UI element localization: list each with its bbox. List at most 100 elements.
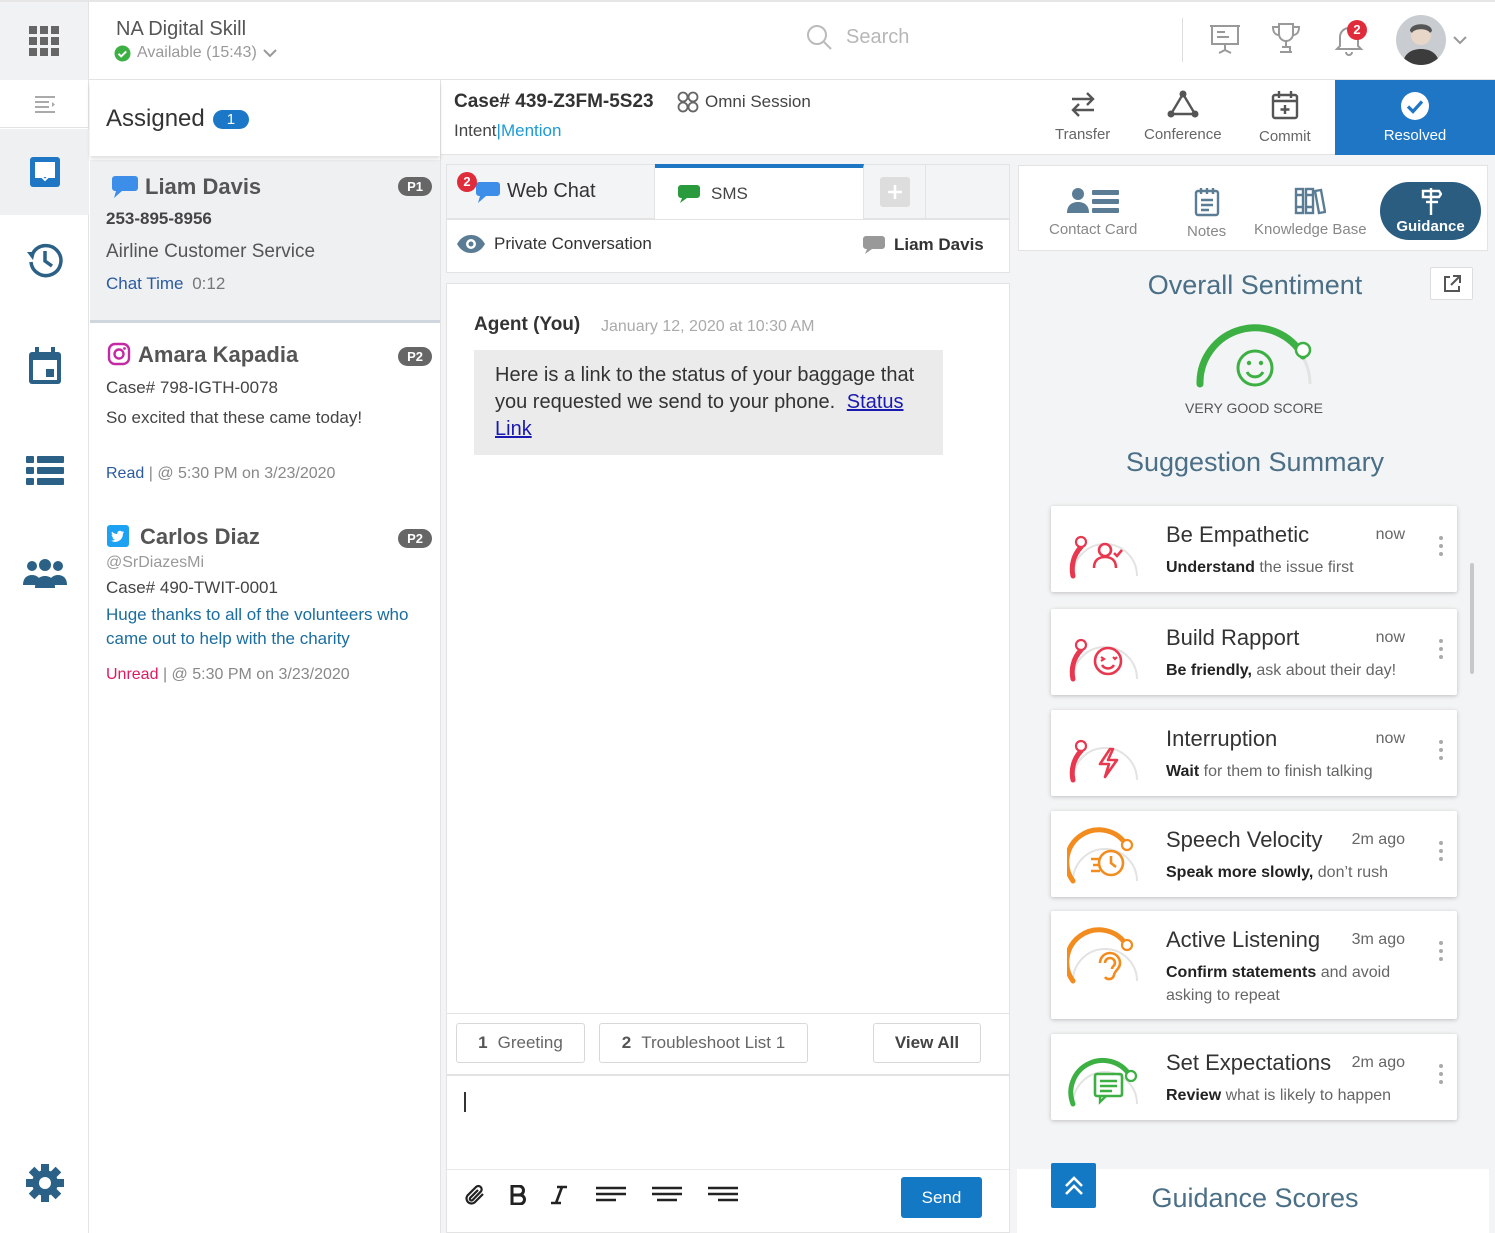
attachment-icon[interactable] bbox=[463, 1183, 487, 1207]
popout-button[interactable] bbox=[1430, 267, 1473, 300]
team-icon bbox=[22, 559, 67, 588]
rail-calendar-button[interactable] bbox=[0, 323, 89, 409]
suggestion-card[interactable]: Be Empathetic Understand the issue first… bbox=[1051, 506, 1457, 592]
left-rail bbox=[0, 80, 89, 1233]
more-options-icon[interactable] bbox=[1439, 1064, 1443, 1088]
bold-icon[interactable] bbox=[510, 1185, 526, 1205]
person-check-icon bbox=[1069, 535, 1138, 579]
signpost-icon bbox=[1421, 188, 1442, 215]
message-timestamp: January 12, 2020 at 10:30 AM bbox=[601, 318, 815, 335]
double-chevron-up-icon bbox=[1064, 1175, 1083, 1195]
resolved-button[interactable]: Resolved bbox=[1335, 80, 1495, 155]
private-conversation-toggle[interactable]: Private Conversation bbox=[456, 234, 652, 254]
presentation-icon bbox=[1210, 25, 1240, 54]
omni-session-icon bbox=[677, 91, 699, 113]
more-options-icon[interactable] bbox=[1439, 941, 1443, 965]
view-all-button[interactable]: View All bbox=[873, 1023, 981, 1063]
tab-sms[interactable]: SMS bbox=[655, 164, 864, 219]
calendar-plus-icon bbox=[1271, 91, 1299, 120]
tab-contact-card[interactable]: Contact Card bbox=[1049, 187, 1137, 238]
tab-knowledge-base-label: Knowledge Base bbox=[1254, 221, 1367, 238]
check-circle-icon bbox=[1401, 92, 1429, 120]
suggestion-card[interactable]: Speech Velocity Speak more slowly, don’t… bbox=[1051, 811, 1457, 897]
tab-guidance-label: Guidance bbox=[1396, 218, 1465, 235]
conversation-card-amara[interactable]: Amara Kapadia P2 Case# 798-IGTH-0078 So … bbox=[90, 326, 440, 506]
suggestion-time: now bbox=[1375, 526, 1405, 543]
more-options-icon[interactable] bbox=[1439, 841, 1443, 865]
scrollbar-thumb[interactable] bbox=[1470, 563, 1474, 674]
conference-button[interactable]: Conference bbox=[1144, 90, 1222, 143]
notification-count-badge: 2 bbox=[1347, 20, 1367, 40]
conversation-card-carlos[interactable]: Carlos Diaz P2 @SrDiazesMi Case# 490-TWI… bbox=[90, 508, 440, 698]
history-icon bbox=[26, 243, 63, 278]
more-options-icon[interactable] bbox=[1439, 740, 1443, 764]
avatar[interactable] bbox=[1396, 15, 1446, 65]
suggestion-card[interactable]: Build Rapport Be friendly, ask about the… bbox=[1051, 609, 1457, 695]
rail-list-button[interactable] bbox=[0, 428, 89, 514]
agent-status-dropdown[interactable]: Available (15:43) bbox=[114, 44, 277, 62]
resolved-label: Resolved bbox=[1383, 127, 1447, 144]
menu-collapse-icon bbox=[34, 95, 55, 113]
more-options-icon[interactable] bbox=[1439, 536, 1443, 560]
italic-icon[interactable] bbox=[550, 1185, 568, 1205]
rail-inbox-button[interactable] bbox=[0, 129, 89, 215]
tab-guidance[interactable]: Guidance bbox=[1380, 182, 1481, 240]
send-button[interactable]: Send bbox=[901, 1177, 982, 1218]
profile-chevron-icon[interactable] bbox=[1453, 35, 1467, 45]
suggestion-card[interactable]: Set Expectations Review what is likely t… bbox=[1051, 1034, 1457, 1120]
add-channel-button[interactable] bbox=[864, 165, 926, 218]
plus-icon bbox=[879, 176, 910, 207]
tab-notes[interactable]: Notes bbox=[1187, 187, 1226, 240]
align-left-icon[interactable] bbox=[596, 1186, 626, 1202]
app-launcher-button[interactable] bbox=[0, 2, 89, 80]
message-preview: Huge thanks to all of the volunteers who… bbox=[106, 605, 409, 648]
suggestion-detail: the issue first bbox=[1254, 559, 1354, 576]
tab-knowledge-base[interactable]: Knowledge Base bbox=[1254, 187, 1367, 238]
suggestion-time: 2m ago bbox=[1351, 831, 1405, 848]
suggestion-subtitle: Wait for them to finish talking bbox=[1166, 760, 1416, 783]
ear-icon bbox=[1067, 927, 1138, 984]
more-options-icon[interactable] bbox=[1439, 639, 1443, 663]
scroll-top-button[interactable] bbox=[1051, 1163, 1096, 1208]
message-time: @ 5:30 PM on 3/23/2020 bbox=[157, 465, 336, 482]
suggestion-time: 2m ago bbox=[1351, 1054, 1405, 1071]
transfer-button[interactable]: Transfer bbox=[1055, 90, 1110, 143]
notifications-button[interactable]: 2 bbox=[1334, 20, 1367, 56]
suggestion-card[interactable]: Interruption Wait for them to finish tal… bbox=[1051, 710, 1457, 796]
trophy-icon bbox=[1271, 23, 1301, 53]
suggestion-time: now bbox=[1375, 730, 1405, 747]
presentation-button[interactable] bbox=[1210, 22, 1240, 54]
commit-button[interactable]: Commit bbox=[1259, 90, 1311, 145]
suggestion-title: Build Rapport bbox=[1166, 625, 1300, 650]
suggestion-subtitle: Be friendly, ask about their day! bbox=[1166, 659, 1416, 682]
quick-reply-greeting[interactable]: 1 Greeting bbox=[456, 1023, 585, 1063]
rail-history-button[interactable] bbox=[0, 217, 89, 303]
search-box[interactable]: Search bbox=[806, 24, 909, 50]
sentiment-gauge bbox=[1196, 324, 1312, 388]
conversation-card-liam[interactable]: Liam Davis P1 253-895-8956 Airline Custo… bbox=[90, 160, 440, 323]
social-handle: @SrDiazesMi bbox=[106, 554, 205, 571]
tab-notes-label: Notes bbox=[1187, 223, 1227, 240]
external-link-icon bbox=[1443, 274, 1461, 292]
achievements-button[interactable] bbox=[1271, 22, 1301, 54]
message-input[interactable] bbox=[447, 1076, 1009, 1169]
omni-session-link[interactable]: Omni Session bbox=[676, 91, 811, 113]
quick-reply-number: 2 bbox=[621, 1033, 632, 1052]
grid-icon bbox=[29, 26, 59, 56]
divider bbox=[1182, 18, 1183, 62]
intent-label[interactable]: Intent bbox=[454, 121, 497, 140]
quick-reply-troubleshoot[interactable]: 2 Troubleshoot List 1 bbox=[599, 1023, 808, 1063]
collapse-menu-button[interactable] bbox=[0, 80, 89, 128]
quick-reply-label: Troubleshoot List 1 bbox=[641, 1033, 786, 1052]
rail-settings-button[interactable] bbox=[0, 1140, 89, 1226]
assigned-header: Assigned 1 bbox=[90, 82, 440, 156]
rail-team-button[interactable] bbox=[0, 531, 89, 617]
private-conversation-label: Private Conversation bbox=[494, 234, 652, 253]
align-center-icon[interactable] bbox=[652, 1186, 682, 1202]
tab-web-chat[interactable]: Web Chat 2 bbox=[447, 165, 655, 218]
tab-contact-card-label: Contact Card bbox=[1049, 221, 1138, 238]
suggestion-card[interactable]: Active Listening Confirm statements and … bbox=[1051, 911, 1457, 1019]
mention-label[interactable]: Mention bbox=[501, 121, 561, 140]
align-right-icon[interactable] bbox=[708, 1186, 738, 1202]
contact-card-icon bbox=[1067, 188, 1120, 213]
